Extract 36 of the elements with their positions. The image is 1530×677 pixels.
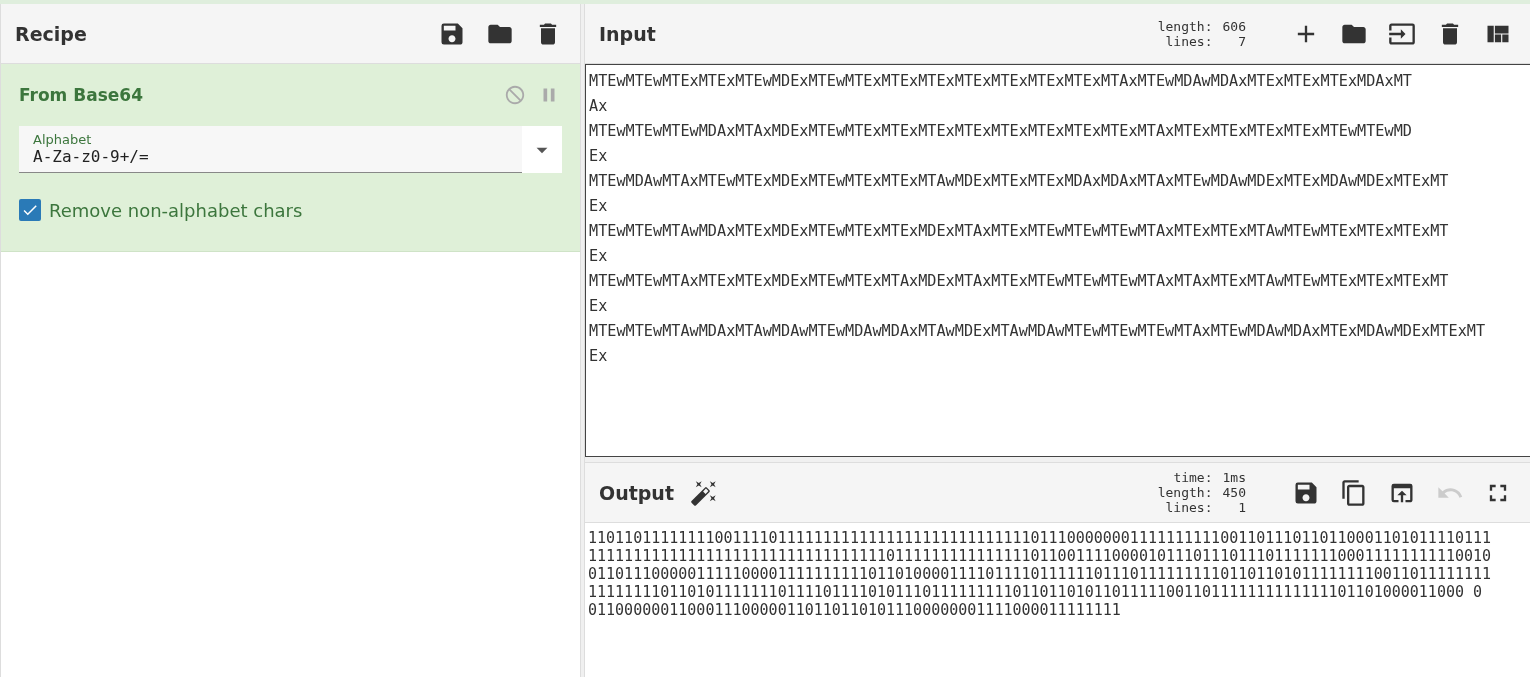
input-text-line: MTEwMDAwMTAxMTEwMTExMDExMTEwMTExMTExMTAwMDExMTExMTExMDAxMDAxMTAxMTEwMDAwMDExMTExMDAwMDExMTExMT <box>589 171 1450 192</box>
output-text-line: 0110111000001111100001111111111011010000111101111011111101110111111111011011010111111110011011111111 <box>588 565 1493 583</box>
stat-label: lines: <box>1164 500 1213 515</box>
field-label: Alphabet <box>33 132 93 147</box>
stat-label: length: <box>1157 18 1213 34</box>
alphabet-dropdown[interactable]: Alphabet A-Za-z0-9+/= <box>19 126 562 173</box>
stat-label: time: <box>1172 470 1213 485</box>
input-text-line: Ex <box>589 146 609 167</box>
stat-value: 1ms <box>1222 470 1246 485</box>
output-text-line: 1111111101101011111110111101111010111011111111101101101011011111001101111111111111101101000011000 0 <box>588 583 1484 601</box>
input-text-line: MTEwMTEwMTAwMDAxMTAwMDAwMTEwMDAwMDAxMTAwMDExMTAwMDAwMTEwMTEwMTEwMTAxMTEwMDAwMDAxMTExMDAwMDExMTExMT <box>589 321 1487 342</box>
stat-label: lines: <box>1165 33 1213 49</box>
output-text-line: 1101101111111100111101111111111111111111111111111011100000001111111111001101110110110001101011110111 <box>588 529 1493 547</box>
input-text-line: MTEwMTEwMTAwMDAxMTExMDExMTEwMTExMTExMDExMTAxMTExMTEwMTEwMTEwMTAxMTExMTExMTAwMTEwMTExMTExMTExMT <box>589 221 1450 242</box>
input-text-line: Ex <box>589 296 609 317</box>
panel-title: Input <box>599 22 656 45</box>
field-value: A-Za-z0-9+/= <box>33 147 150 166</box>
input-text-line: Ax <box>589 96 609 117</box>
input-text-line: MTEwMTEwMTAxMTExMTExMDExMTEwMTExMTAxMDExMTAxMTExMTEwMTEwMTEwMTAxMTAxMTExMTAwMTEwMTExMTExMTExMT <box>589 271 1450 292</box>
input-text-line: Ex <box>589 346 609 367</box>
input-text-line: Ex <box>589 196 609 217</box>
input-text-line: MTEwMTEwMTEwMDAxMTAxMDExMTEwMTExMTExMTExMTExMTExMTExMTExMTExMTAxMTExMTExMTExMTExMTEwMTEwMD <box>589 121 1413 142</box>
stat-value: 450 <box>1222 485 1246 500</box>
checkbox-label: Remove non-alphabet chars <box>49 199 303 221</box>
stat-value: 1 <box>1237 500 1246 515</box>
operation-title: From Base64 <box>19 85 143 105</box>
panel-title: Recipe <box>15 22 87 45</box>
checkbox[interactable] <box>19 199 41 221</box>
stat-value: 7 <box>1237 33 1246 49</box>
panel-title: Output <box>599 481 674 504</box>
stat-value: 606 <box>1222 18 1246 34</box>
output-text-line: 01100000011000111000001101101101011100000001111000011111111 <box>588 601 1122 619</box>
output-text-line: 1111111111111111111111111111111110111111111111111011001111000010111011101110111111100011111111110010 <box>588 547 1493 565</box>
input-text-line: Ex <box>589 246 609 267</box>
input-text-line: MTEwMTEwMTExMTExMTEwMDExMTEwMTExMTExMTExMTExMTExMTExMTExMTAxMTEwMDAwMDAxMTExMTExMTExMDAxMT <box>589 71 1413 92</box>
stat-label: length: <box>1157 485 1213 500</box>
